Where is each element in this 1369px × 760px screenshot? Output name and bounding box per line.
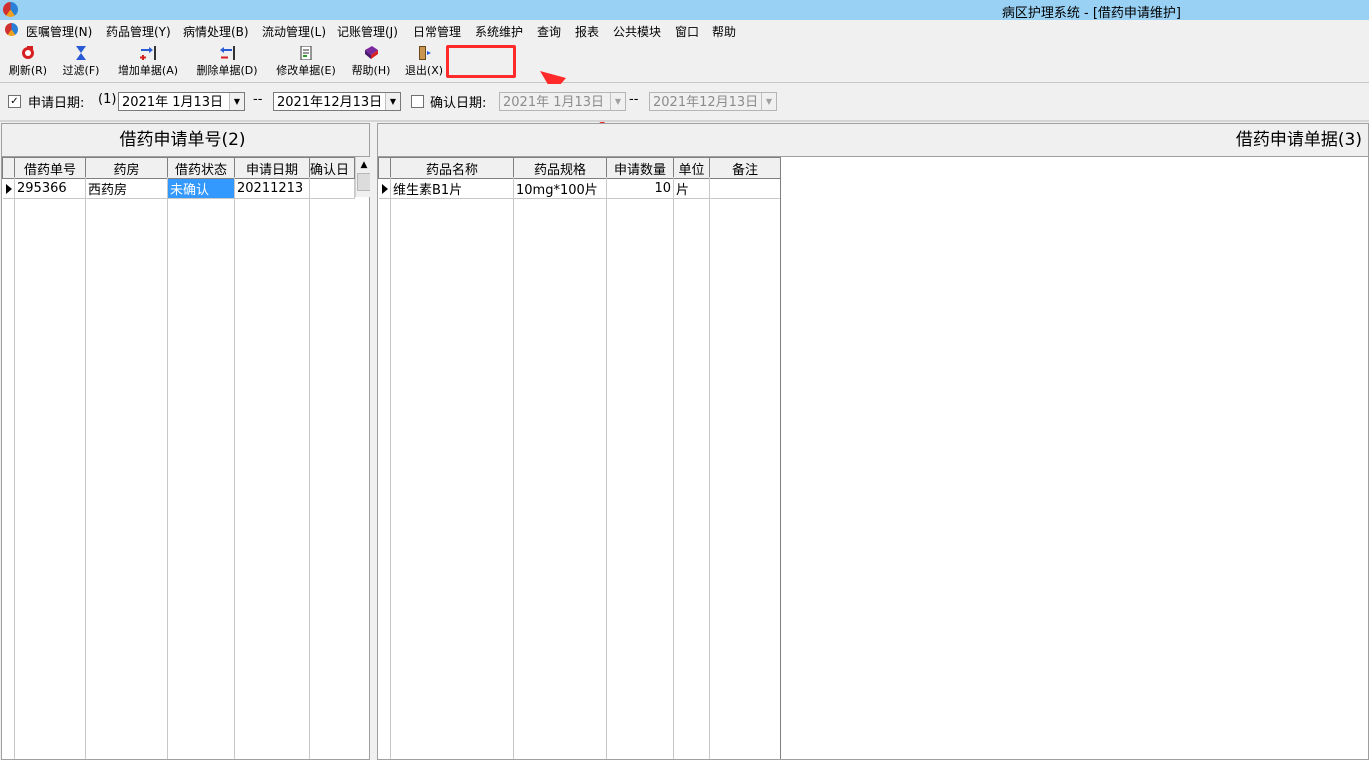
- apply-date-to-picker[interactable]: 2021年12月13日 ▼: [273, 92, 401, 111]
- col-header-drug-name[interactable]: 药品名称: [390, 157, 514, 179]
- menu-window[interactable]: 窗口: [675, 23, 699, 40]
- col-header-confirm-date[interactable]: 确认日: [309, 157, 355, 179]
- col-header-drug-spec[interactable]: 药品规格: [513, 157, 607, 179]
- menu-reports[interactable]: 报表: [575, 23, 599, 40]
- request-detail-title: 借药申请单据(3): [378, 124, 1368, 157]
- add-row-icon: [140, 46, 156, 60]
- menu-accounting[interactable]: 记账管理(J): [337, 23, 398, 40]
- delete-row-icon: [219, 46, 235, 60]
- col-header-note[interactable]: 备注: [709, 157, 781, 179]
- confirm-date-from-picker[interactable]: 2021年 1月13日 ▼: [499, 92, 626, 111]
- col-header-apply-date[interactable]: 申请日期: [234, 157, 310, 179]
- window-title: 病区护理系统 - [借药申请维护]: [1001, 6, 1181, 21]
- request-list-panel: 借药申请单号(2) 借药单号 药房 借药状态 申请日期 确认日 295366 西…: [1, 123, 372, 760]
- menu-flow[interactable]: 流动管理(L): [262, 23, 326, 40]
- edit-document-button[interactable]: 修改单据(E): [271, 42, 341, 80]
- add-document-button[interactable]: 增加单据(A): [113, 42, 183, 80]
- chevron-down-icon[interactable]: ▼: [385, 93, 400, 110]
- confirm-date-checkbox[interactable]: [411, 95, 424, 108]
- apply-date-from-picker[interactable]: 2021年 1月13日 ▼: [118, 92, 245, 111]
- confirm-date-to-picker[interactable]: 2021年12月13日 ▼: [649, 92, 777, 111]
- col-header-pharmacy[interactable]: 药房: [85, 157, 168, 179]
- cell-request-no[interactable]: 295366: [14, 178, 86, 199]
- hourglass-icon: [73, 46, 89, 60]
- menu-condition[interactable]: 病情处理(B): [183, 23, 249, 40]
- apply-date-separator: --: [253, 92, 263, 107]
- col-header-status[interactable]: 借药状态: [167, 157, 235, 179]
- table-row[interactable]: 295366 西药房 未确认 20211213: [2, 178, 355, 199]
- request-detail-grid[interactable]: 药品名称 药品规格 申请数量 单位 备注 维生素B1片 10mg*100片 10…: [378, 157, 781, 199]
- filter-button[interactable]: 过滤(F): [58, 42, 104, 80]
- request-detail-header: 药品名称 药品规格 申请数量 单位 备注: [378, 157, 781, 179]
- request-list-grid[interactable]: 借药单号 药房 借药状态 申请日期 确认日 295366 西药房 未确认 202…: [2, 157, 355, 199]
- menu-drugs[interactable]: 药品管理(Y): [106, 23, 171, 40]
- chevron-down-icon[interactable]: ▼: [761, 93, 776, 110]
- row-indicator: [2, 178, 15, 199]
- apply-date-label: 申请日期:: [28, 96, 85, 111]
- request-list-title: 借药申请单号(2): [2, 124, 369, 157]
- request-list-header: 借药单号 药房 借药状态 申请日期 确认日: [2, 157, 355, 179]
- panel-splitter[interactable]: [370, 123, 377, 760]
- refresh-icon: [20, 46, 36, 60]
- table-row[interactable]: 维生素B1片 10mg*100片 10 片: [378, 178, 781, 199]
- apply-date-hotkey: (1): [98, 92, 117, 107]
- menu-bar: 医嘱管理(N) 药品管理(Y) 病情处理(B) 流动管理(L) 记账管理(J) …: [0, 20, 1369, 40]
- cell-drug-spec[interactable]: 10mg*100片: [513, 178, 607, 199]
- annotation-highlight-box: [446, 45, 516, 78]
- title-bar: 病区护理系统 - [借药申请维护]: [0, 0, 1369, 21]
- cell-drug-name[interactable]: 维生素B1片: [390, 178, 514, 199]
- menu-orders[interactable]: 医嘱管理(N): [26, 23, 92, 40]
- refresh-button[interactable]: 刷新(R): [6, 42, 50, 80]
- menu-system[interactable]: 系统维护: [475, 23, 523, 40]
- menu-help[interactable]: 帮助: [712, 23, 736, 40]
- cell-unit[interactable]: 片: [673, 178, 710, 199]
- cell-status[interactable]: 未确认: [167, 178, 235, 199]
- help-button[interactable]: 帮助(H): [348, 42, 394, 80]
- exit-button[interactable]: 退出(X): [402, 42, 446, 80]
- confirm-date-label: 确认日期:: [430, 96, 487, 111]
- scroll-thumb[interactable]: [357, 173, 371, 191]
- request-detail-panel: 借药申请单据(3) 药品名称 药品规格 申请数量 单位 备注 维生素B1片 10…: [377, 123, 1369, 760]
- menu-daily[interactable]: 日常管理: [413, 23, 461, 40]
- app-logo-icon: [3, 2, 18, 17]
- cell-apply-date[interactable]: 20211213: [234, 178, 310, 199]
- cell-pharmacy[interactable]: 西药房: [85, 178, 168, 199]
- cell-quantity[interactable]: 10: [606, 178, 674, 199]
- filter-bar: ✓ 申请日期: (1) 2021年 1月13日 ▼ -- 2021年12月13日…: [0, 84, 1369, 122]
- edit-document-icon: [298, 45, 314, 61]
- cell-confirm-date[interactable]: [309, 178, 355, 199]
- row-indicator: [378, 178, 391, 199]
- menu-public[interactable]: 公共模块: [613, 23, 661, 40]
- confirm-date-separator: --: [629, 92, 639, 107]
- chevron-down-icon[interactable]: ▼: [610, 93, 625, 110]
- menu-query[interactable]: 查询: [537, 23, 561, 40]
- cell-note[interactable]: [709, 178, 781, 199]
- toolbar: 刷新(R) 过滤(F) 增加单据(A) 删除单据(D) 修改单据(E) 帮助(H…: [0, 40, 1369, 83]
- exit-door-icon: [416, 46, 432, 60]
- apply-date-checkbox[interactable]: ✓: [8, 95, 21, 108]
- col-header-request-no[interactable]: 借药单号: [14, 157, 86, 179]
- help-book-icon: [363, 46, 379, 60]
- col-header-quantity[interactable]: 申请数量: [606, 157, 674, 179]
- col-header-unit[interactable]: 单位: [673, 157, 710, 179]
- menu-logo-icon[interactable]: [5, 23, 18, 36]
- delete-document-button[interactable]: 删除单据(D): [192, 42, 262, 80]
- chevron-down-icon[interactable]: ▼: [229, 93, 244, 110]
